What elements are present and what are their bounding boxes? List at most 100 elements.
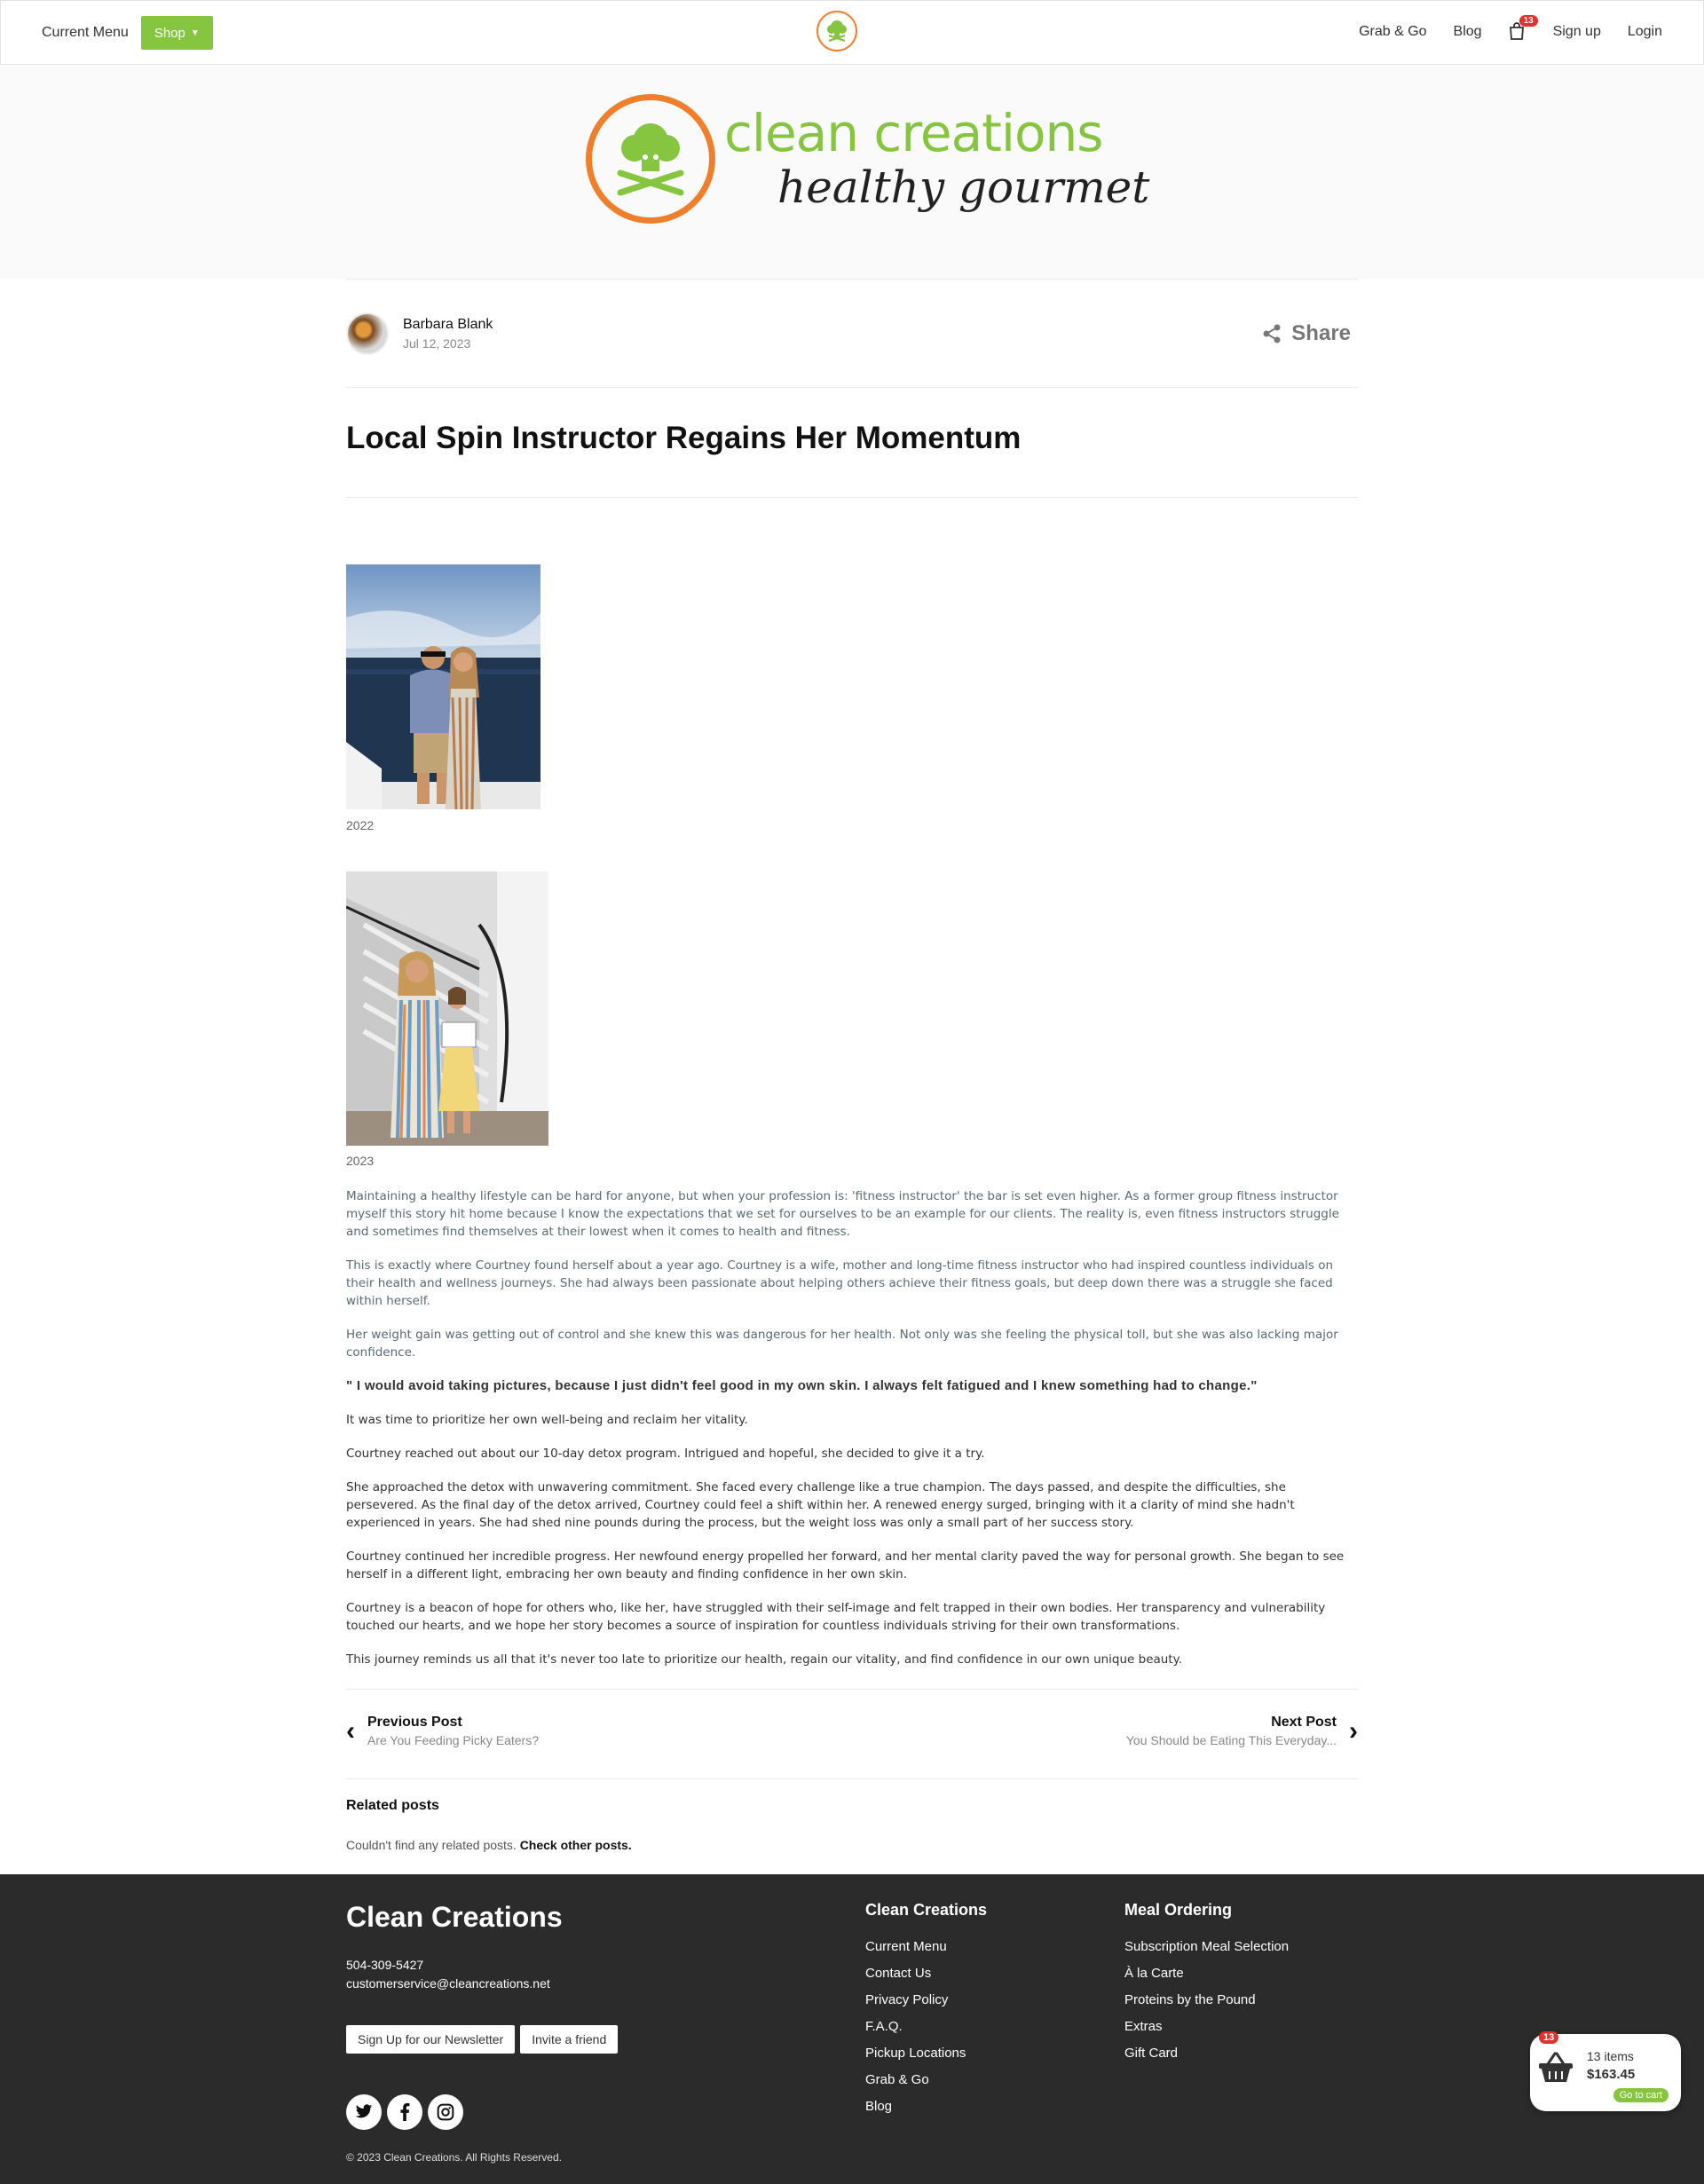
divider	[346, 1689, 1358, 1690]
post-paragraph: She approached the detox with unwavering…	[346, 1480, 1295, 1530]
footer-phone[interactable]: 504-309-5427	[346, 1956, 550, 1975]
footer-link-grab-go[interactable]: Grab & Go	[865, 2072, 987, 2087]
footer-link-contact-us[interactable]: Contact Us	[865, 1966, 987, 1981]
footer-link-gift-card[interactable]: Gift Card	[1124, 2046, 1289, 2061]
chevron-right-icon: ›	[1349, 1715, 1358, 1746]
cart-button[interactable]: 13	[1509, 15, 1538, 42]
previous-post-label: Previous Post	[367, 1715, 462, 1730]
nav-left: Current Menu Shop ▼	[42, 16, 213, 50]
shop-dropdown-button[interactable]: Shop ▼	[140, 16, 213, 50]
next-post-label: Next Post	[1271, 1715, 1337, 1730]
newsletter-button[interactable]: Sign Up for our Newsletter	[346, 2025, 516, 2054]
divider	[346, 387, 1358, 388]
nav-login[interactable]: Login	[1628, 24, 1662, 40]
related-posts-heading: Related posts	[346, 1798, 439, 1813]
shop-label: Shop	[154, 25, 185, 41]
post-paragraph: Maintaining a healthy lifestyle can be h…	[346, 1189, 1339, 1239]
footer-column-title: Meal Ordering	[1124, 1901, 1233, 1919]
post-paragraph: Her weight gain was getting out of contr…	[346, 1328, 1338, 1360]
footer-link-current-menu[interactable]: Current Menu	[865, 1939, 987, 1954]
chevron-down-icon: ▼	[190, 28, 200, 38]
footer-brand: Clean Creations	[346, 1901, 563, 1933]
nav-blog[interactable]: Blog	[1454, 24, 1482, 40]
footer-link-a-la-carte[interactable]: À la Carte	[1124, 1966, 1289, 1981]
footer-email[interactable]: customerservice@cleancreations.net	[346, 1975, 550, 1993]
post-paragraph: Courtney is a beacon of hope for others …	[346, 1601, 1326, 1633]
next-post-link[interactable]: Next Post You Should be Eating This Ever…	[1126, 1715, 1358, 1747]
couple-on-boat-image	[346, 564, 540, 809]
footer-link-blog[interactable]: Blog	[865, 2099, 987, 2114]
footer-column-clean-creations: Clean Creations Current Menu Contact Us …	[865, 1901, 987, 2125]
broccoli-icon	[827, 20, 847, 43]
footer-link-extras[interactable]: Extras	[1124, 2019, 1289, 2034]
floating-cart-widget[interactable]: 13 13 items $163.45 Go to cart	[1530, 2031, 1681, 2111]
post-paragraph: Courtney continued her incredible progre…	[346, 1549, 1345, 1581]
footer-link-pickup-locations[interactable]: Pickup Locations	[865, 2046, 987, 2061]
twitter-icon[interactable]	[346, 2094, 382, 2130]
post-paragraph: Courtney reached out about our 10-day de…	[346, 1447, 985, 1461]
nav-signup[interactable]: Sign up	[1553, 24, 1601, 40]
share-icon	[1263, 324, 1281, 343]
hero-banner: clean creations healthy gourmet	[0, 66, 1704, 279]
divider	[346, 497, 1358, 498]
woman-and-girl-image	[346, 871, 548, 1146]
photo-caption: 2022	[346, 818, 375, 832]
post-paragraph: It was time to prioritize her own well-b…	[346, 1413, 748, 1427]
footer-link-subscription[interactable]: Subscription Meal Selection	[1124, 1939, 1289, 1954]
post-paragraph: This is exactly where Courtney found her…	[346, 1258, 1334, 1308]
footer-link-proteins[interactable]: Proteins by the Pound	[1124, 1992, 1289, 2007]
chevron-left-icon: ‹	[346, 1715, 355, 1746]
nav-right: Grab & Go Blog 13 Sign up Login	[1359, 15, 1662, 42]
author-row: Barbara Blank Jul 12, 2023 Share	[346, 311, 1358, 357]
post-pagination: ‹ Previous Post Are You Feeding Picky Ea…	[346, 1715, 1358, 1750]
invite-friend-button[interactable]: Invite a friend	[520, 2025, 619, 2054]
brand-tagline: healthy gourmet	[777, 162, 1150, 213]
photo-caption: 2023	[346, 1154, 375, 1168]
previous-post-title: Are You Feeding Picky Eaters?	[367, 1733, 540, 1747]
post-body: Maintaining a healthy lifestyle can be h…	[346, 1187, 1358, 1684]
photo-2022	[346, 564, 540, 809]
footer-contact: 504-309-5427 customerservice@cleancreati…	[346, 1956, 550, 1993]
footer-link-privacy-policy[interactable]: Privacy Policy	[865, 1992, 987, 2007]
divider	[346, 1778, 1358, 1779]
brand-wordmark: clean creations healthy gourmet	[724, 105, 1149, 213]
nav-logo[interactable]	[816, 11, 857, 51]
cart-widget-total: $163.45	[1587, 2067, 1636, 2082]
author-avatar[interactable]	[346, 312, 389, 355]
author-name[interactable]: Barbara Blank	[403, 317, 493, 333]
post-date: Jul 12, 2023	[403, 336, 471, 351]
next-post-title: You Should be Eating This Everyday...	[1125, 1733, 1337, 1747]
basket-icon	[1539, 2052, 1573, 2082]
go-to-cart-button[interactable]: Go to cart	[1613, 2088, 1668, 2102]
cart-widget-item-count: 13 items	[1587, 2049, 1634, 2063]
cart-count-badge: 13	[1519, 15, 1538, 27]
related-posts-empty-text: Couldn't find any related posts.	[346, 1838, 517, 1852]
nav-current-menu[interactable]: Current Menu	[42, 25, 129, 41]
copyright: © 2023 Clean Creations. All Rights Reser…	[346, 2151, 562, 2164]
post-title: Local Spin Instructor Regains Her Moment…	[346, 421, 1022, 455]
photo-2023	[346, 871, 548, 1146]
share-button[interactable]: Share	[1261, 321, 1351, 346]
post-quote: " I would avoid taking pictures, because…	[346, 1378, 1258, 1393]
footer-link-faq[interactable]: F.A.Q.	[865, 2019, 987, 2034]
previous-post-link[interactable]: ‹ Previous Post Are You Feeding Picky Ea…	[346, 1715, 539, 1747]
check-other-posts-link[interactable]: Check other posts.	[520, 1838, 632, 1852]
footer-buttons: Sign Up for our Newsletter Invite a frie…	[346, 2025, 619, 2054]
brand-logo[interactable]: clean creations healthy gourmet	[586, 94, 1149, 224]
footer-column-title: Clean Creations	[865, 1901, 988, 1919]
footer-column-meal-ordering: Meal Ordering Subscription Meal Selectio…	[1124, 1901, 1289, 2072]
footer: Clean Creations 504-309-5427 customerser…	[0, 1874, 1704, 2184]
cart-widget-badge: 13	[1539, 2031, 1559, 2044]
instagram-icon[interactable]	[428, 2094, 463, 2130]
logo-circle	[586, 94, 715, 224]
top-navbar: Current Menu Shop ▼ Grab & Go Blog 13 Si…	[0, 0, 1704, 65]
divider	[346, 279, 1358, 280]
author-info: Barbara Blank Jul 12, 2023	[403, 317, 493, 351]
facebook-icon[interactable]	[387, 2094, 422, 2130]
nav-grab-go[interactable]: Grab & Go	[1359, 24, 1426, 40]
brand-name: clean creations	[724, 103, 1103, 163]
broccoli-fork-knife-icon	[617, 123, 684, 196]
related-posts-message: Couldn't find any related posts. Check o…	[346, 1838, 1358, 1852]
post-paragraph: This journey reminds us all that it's ne…	[346, 1652, 1183, 1667]
share-label: Share	[1291, 321, 1351, 345]
